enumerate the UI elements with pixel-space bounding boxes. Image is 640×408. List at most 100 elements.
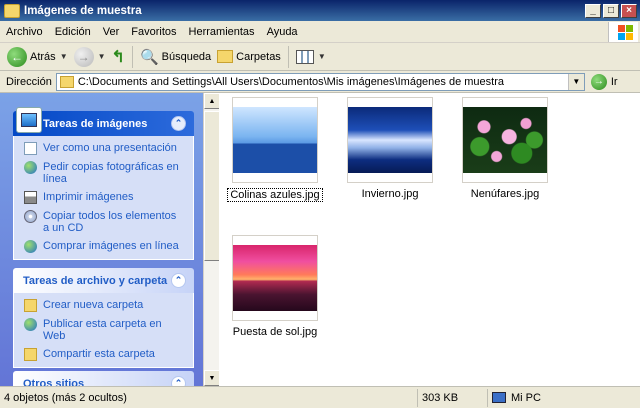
menu-favoritos[interactable]: Favoritos <box>125 26 182 38</box>
back-label: Atrás <box>30 50 56 63</box>
file-name[interactable]: Puesta de sol.jpg <box>225 326 325 338</box>
publish-web-icon <box>24 318 37 331</box>
close-button[interactable]: × <box>621 3 637 18</box>
task-label: Crear nueva carpeta <box>43 299 144 311</box>
cd-icon <box>24 210 37 223</box>
file-item[interactable]: Puesta de sol.jpg <box>225 235 325 338</box>
collapse-chevron-icon[interactable]: ⌃ <box>171 273 186 288</box>
go-button[interactable]: → Ir <box>590 73 618 90</box>
thumbnail-frame[interactable] <box>232 235 318 321</box>
maximize-button[interactable]: □ <box>603 3 619 18</box>
image-tasks-body: Ver como una presentación Pedir copias f… <box>13 136 194 260</box>
menu-ver[interactable]: Ver <box>97 26 126 38</box>
thumbnail-frame[interactable] <box>347 97 433 183</box>
file-tasks-title: Tareas de archivo y carpeta <box>23 274 168 287</box>
new-folder-icon <box>24 299 37 312</box>
globe-icon <box>24 161 37 174</box>
file-tasks-body: Crear nueva carpeta Publicar esta carpet… <box>13 293 194 368</box>
views-dropdown-icon: ▼ <box>317 52 326 61</box>
task-label: Comprar imágenes en línea <box>43 240 179 252</box>
thumbnail-frame[interactable] <box>232 97 318 183</box>
back-dropdown-icon[interactable]: ▼ <box>60 52 68 61</box>
task-pane: Tareas de imágenes ⌃ Ver como una presen… <box>0 93 203 386</box>
task-label: Pedir copias fotográficas en línea <box>43 161 179 185</box>
window-title: Imágenes de muestra <box>24 4 142 17</box>
task-label: Copiar todos los elementos a un CD <box>43 210 177 234</box>
collapse-chevron-icon[interactable]: ⌃ <box>171 116 186 131</box>
search-icon: 🔍 <box>139 48 159 66</box>
task-new-folder[interactable]: Crear nueva carpeta <box>24 299 185 312</box>
minimize-button[interactable]: _ <box>585 3 601 18</box>
menu-herramientas[interactable]: Herramientas <box>183 26 261 38</box>
file-view: Colinas azules.jpg Invierno.jpg Nenúfare… <box>219 93 640 386</box>
folder-icon <box>4 3 20 18</box>
address-bar: Dirección C:\Documents and Settings\All … <box>0 71 640 93</box>
task-publish-web[interactable]: Publicar esta carpeta en Web <box>24 318 185 342</box>
status-location: Mi PC <box>488 389 638 407</box>
status-objects: 4 objetos (más 2 ocultos) <box>0 388 418 407</box>
address-path[interactable]: C:\Documents and Settings\All Users\Docu… <box>78 76 568 88</box>
windows-logo-icon <box>608 22 638 42</box>
status-location-label: Mi PC <box>511 391 541 404</box>
image-tasks-header[interactable]: Tareas de imágenes ⌃ <box>13 107 194 136</box>
task-share-folder[interactable]: Compartir esta carpeta <box>24 348 185 361</box>
views-icon <box>295 49 314 64</box>
other-places-header[interactable]: Otros sitios ⌃ <box>13 371 194 386</box>
search-label: Búsqueda <box>161 50 212 63</box>
folders-label: Carpetas <box>236 50 281 63</box>
folders-button[interactable]: Carpetas <box>214 45 284 69</box>
scroll-down-icon[interactable]: ▼ <box>204 370 220 386</box>
task-copy-cd[interactable]: Copiar todos los elementos a un CD <box>24 210 185 234</box>
address-field[interactable]: C:\Documents and Settings\All Users\Docu… <box>55 72 585 91</box>
toolbar: ← Atrás ▼ → ▼ ↰ 🔍 Búsqueda Carpetas ▼ <box>0 43 640 71</box>
other-places-panel: Otros sitios ⌃ <box>13 371 194 386</box>
menu-edicion[interactable]: Edición <box>49 26 97 38</box>
go-arrow-icon: → <box>590 73 607 90</box>
views-button[interactable]: ▼ <box>293 45 329 69</box>
globe-icon <box>24 240 37 253</box>
thumbnail-image <box>233 245 317 311</box>
thumbnail-image <box>233 107 317 173</box>
toolbar-separator <box>131 45 133 68</box>
thumbnail-image <box>463 107 547 173</box>
file-name[interactable]: Invierno.jpg <box>340 188 440 200</box>
other-places-title: Otros sitios <box>23 377 85 387</box>
menu-archivo[interactable]: Archivo <box>0 26 49 38</box>
go-label: Ir <box>610 75 618 88</box>
scroll-thumb[interactable] <box>204 111 220 261</box>
status-bar: 4 objetos (más 2 ocultos) 303 KB Mi PC <box>0 386 640 408</box>
file-tasks-header[interactable]: Tareas de archivo y carpeta ⌃ <box>13 268 194 293</box>
file-item[interactable]: Invierno.jpg <box>340 97 440 200</box>
forward-arrow-icon: → <box>73 46 94 67</box>
forward-button[interactable]: → ▼ <box>71 45 109 69</box>
task-order-prints[interactable]: Pedir copias fotográficas en línea <box>24 161 185 185</box>
pictures-icon <box>16 107 42 133</box>
folder-icon <box>59 75 74 88</box>
thumbnail-frame[interactable] <box>462 97 548 183</box>
up-folder-button[interactable]: ↰ <box>109 45 128 69</box>
share-folder-icon <box>24 348 37 361</box>
up-arrow-icon: ↰ <box>111 48 125 66</box>
forward-dropdown-icon[interactable]: ▼ <box>98 52 106 61</box>
back-arrow-icon: ← <box>7 46 27 67</box>
file-item[interactable]: Nenúfares.jpg <box>455 97 555 200</box>
file-name[interactable]: Nenúfares.jpg <box>455 188 555 200</box>
my-computer-icon <box>492 392 506 403</box>
file-name[interactable]: Colinas azules.jpg <box>227 188 323 202</box>
task-print[interactable]: Imprimir imágenes <box>24 191 185 204</box>
task-pane-scrollbar[interactable]: ▲ ▼ <box>203 93 220 386</box>
slideshow-icon <box>24 142 37 155</box>
address-label: Dirección <box>6 75 52 88</box>
task-label: Imprimir imágenes <box>43 191 134 203</box>
collapse-chevron-icon[interactable]: ⌃ <box>171 376 186 386</box>
search-button[interactable]: 🔍 Búsqueda <box>137 45 214 69</box>
image-tasks-title: Tareas de imágenes <box>43 117 148 130</box>
menu-ayuda[interactable]: Ayuda <box>261 26 304 38</box>
task-buy-online[interactable]: Comprar imágenes en línea <box>24 240 185 253</box>
task-slideshow[interactable]: Ver como una presentación <box>24 142 185 155</box>
scroll-up-icon[interactable]: ▲ <box>204 93 220 109</box>
back-button[interactable]: ← Atrás ▼ <box>4 45 71 69</box>
address-dropdown-icon[interactable]: ▼ <box>567 73 584 90</box>
task-label: Ver como una presentación <box>43 142 177 154</box>
file-item[interactable]: Colinas azules.jpg <box>225 97 325 202</box>
